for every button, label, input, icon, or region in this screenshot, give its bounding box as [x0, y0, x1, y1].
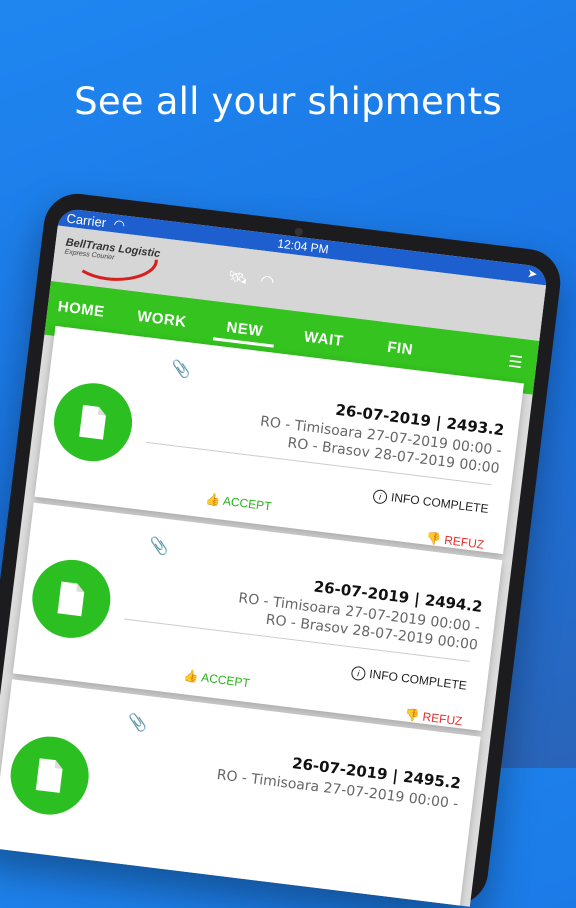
info-complete-button[interactable]: i INFO COMPLETE — [350, 665, 468, 694]
thumbs-up-icon: 👍 — [183, 668, 200, 684]
document-icon — [27, 555, 115, 643]
tab-new[interactable]: NEW — [226, 319, 264, 340]
refuse-button[interactable]: 👎 REFUZ — [425, 531, 485, 552]
camera — [294, 227, 304, 237]
logo-swoosh-icon — [81, 259, 158, 281]
accept-button[interactable]: 👍 ACCEPT — [183, 668, 251, 690]
location-arrow-icon: ➤ — [526, 266, 539, 282]
thumbs-down-icon: 👎 — [403, 707, 421, 724]
info-complete-button[interactable]: i INFO COMPLETE — [372, 488, 489, 517]
accept-button[interactable]: 👍 ACCEPT — [205, 492, 273, 514]
satellite-icon: 🛰 — [226, 268, 249, 288]
thumbs-up-icon: 👍 — [204, 491, 222, 508]
tablet-frame: Carrier ◠ 12:04 PM ➤ BellTrans Logistic … — [0, 190, 565, 908]
tab-fin[interactable]: FIN — [386, 339, 414, 359]
thumbs-down-icon: 👎 — [425, 530, 442, 547]
wifi-status-icon: ◠ — [259, 272, 276, 292]
tab-work[interactable]: WORK — [136, 308, 187, 331]
menu-icon[interactable]: ☰ — [507, 351, 524, 373]
info-icon: i — [372, 488, 388, 505]
company-logo: BellTrans Logistic Express Courier — [62, 237, 165, 283]
document-icon — [49, 378, 137, 466]
paperclip-icon: 📎 — [148, 537, 171, 557]
connection-status: 🛰 ◠ — [227, 267, 284, 294]
document-icon — [6, 732, 94, 820]
headline: See all your shipments — [74, 80, 502, 123]
tab-home[interactable]: HOME — [57, 298, 106, 321]
paperclip-icon: 📎 — [170, 360, 192, 380]
info-icon: i — [350, 665, 367, 682]
refuse-button[interactable]: 👎 REFUZ — [404, 707, 464, 728]
app-screen: Carrier ◠ 12:04 PM ➤ BellTrans Logistic … — [0, 207, 549, 907]
paperclip-icon: 📎 — [126, 713, 149, 734]
shipment-list[interactable]: 📎 26-07-2019 | 2493.2 RO - Timisoara 27-… — [0, 325, 524, 907]
tab-wait[interactable]: WAIT — [303, 328, 344, 350]
